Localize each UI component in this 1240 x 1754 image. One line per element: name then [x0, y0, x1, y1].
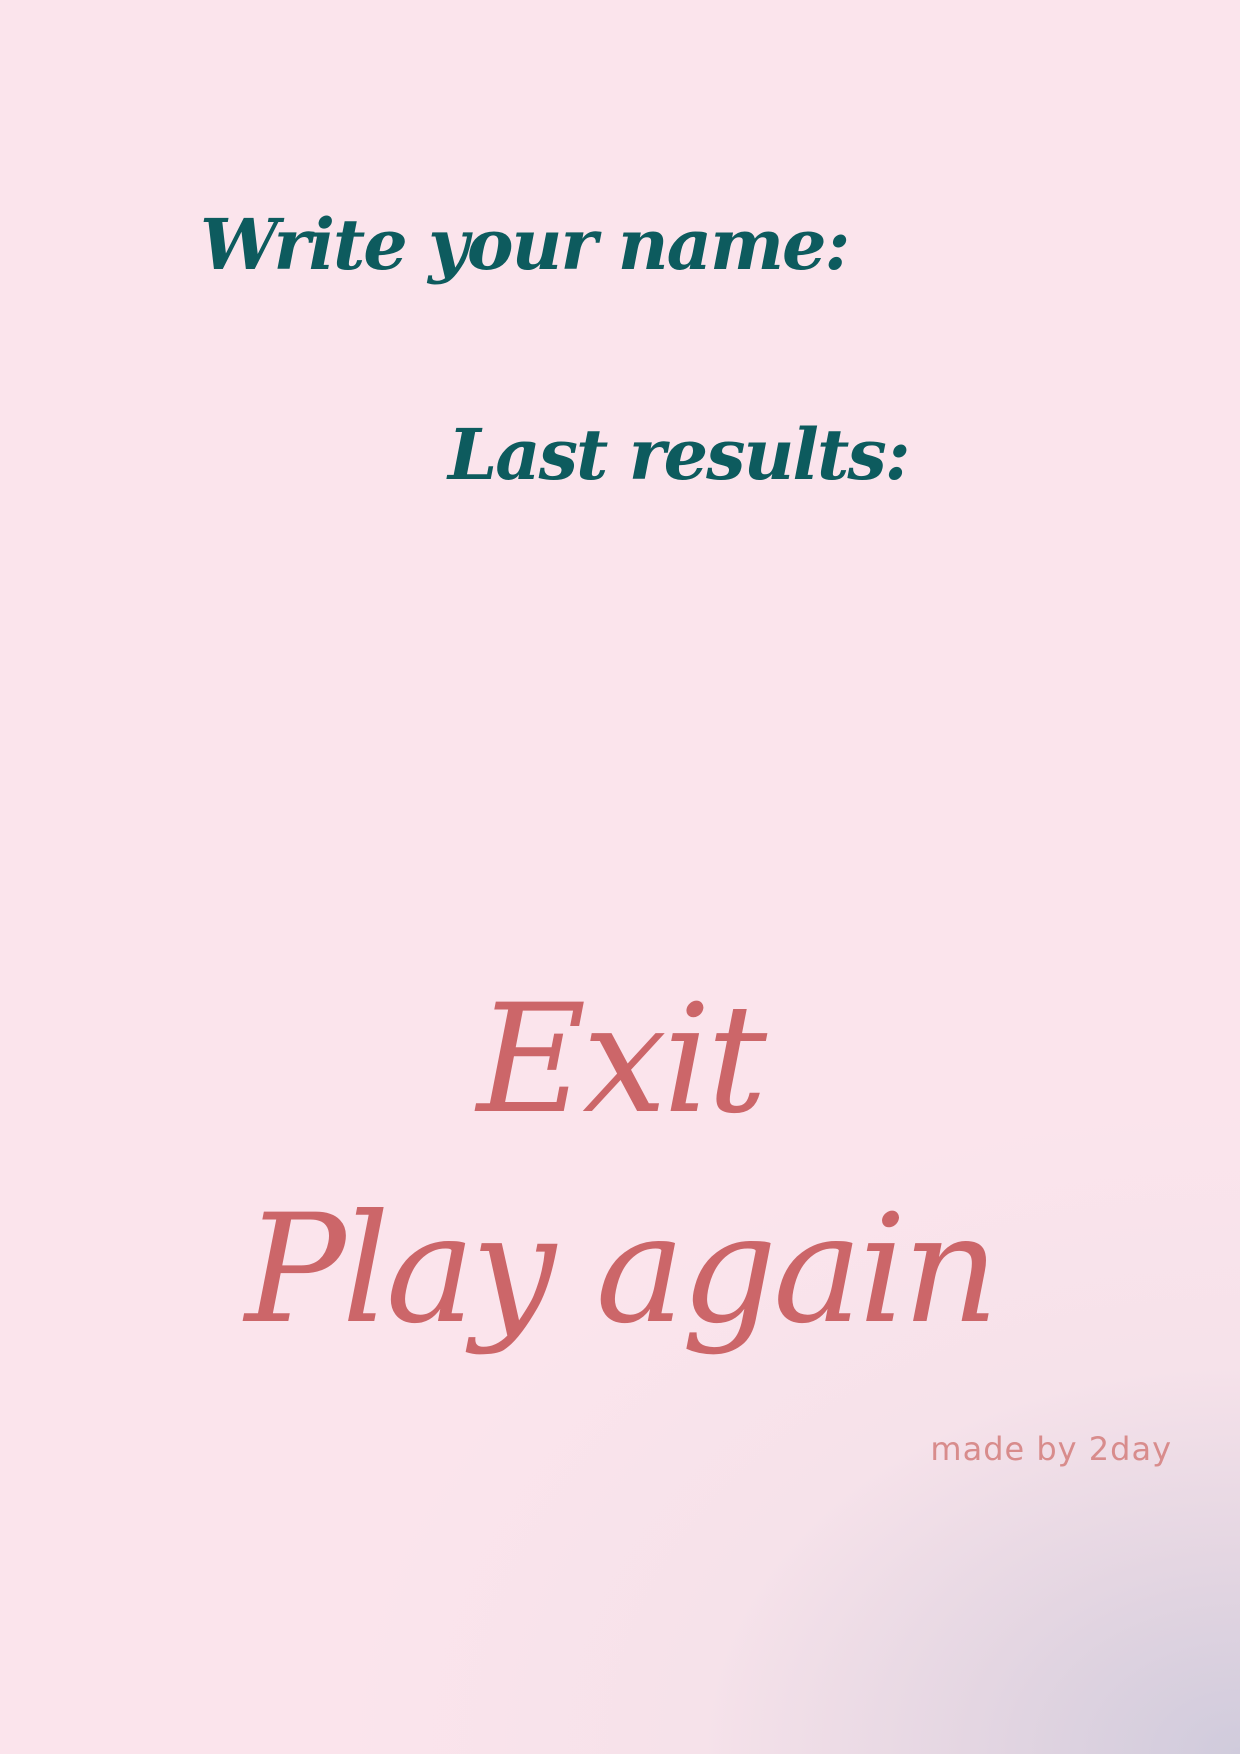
play-again-button[interactable]: Play again [0, 1195, 1240, 1345]
last-results-heading: Last results: [448, 413, 911, 496]
game-over-screen: Write your name: Last results: Exit Play… [0, 0, 1240, 1754]
last-results-list [300, 520, 940, 940]
exit-button[interactable]: Exit [0, 985, 1240, 1135]
name-input[interactable] [660, 215, 1084, 287]
credit-text: made by 2day [930, 1430, 1172, 1468]
